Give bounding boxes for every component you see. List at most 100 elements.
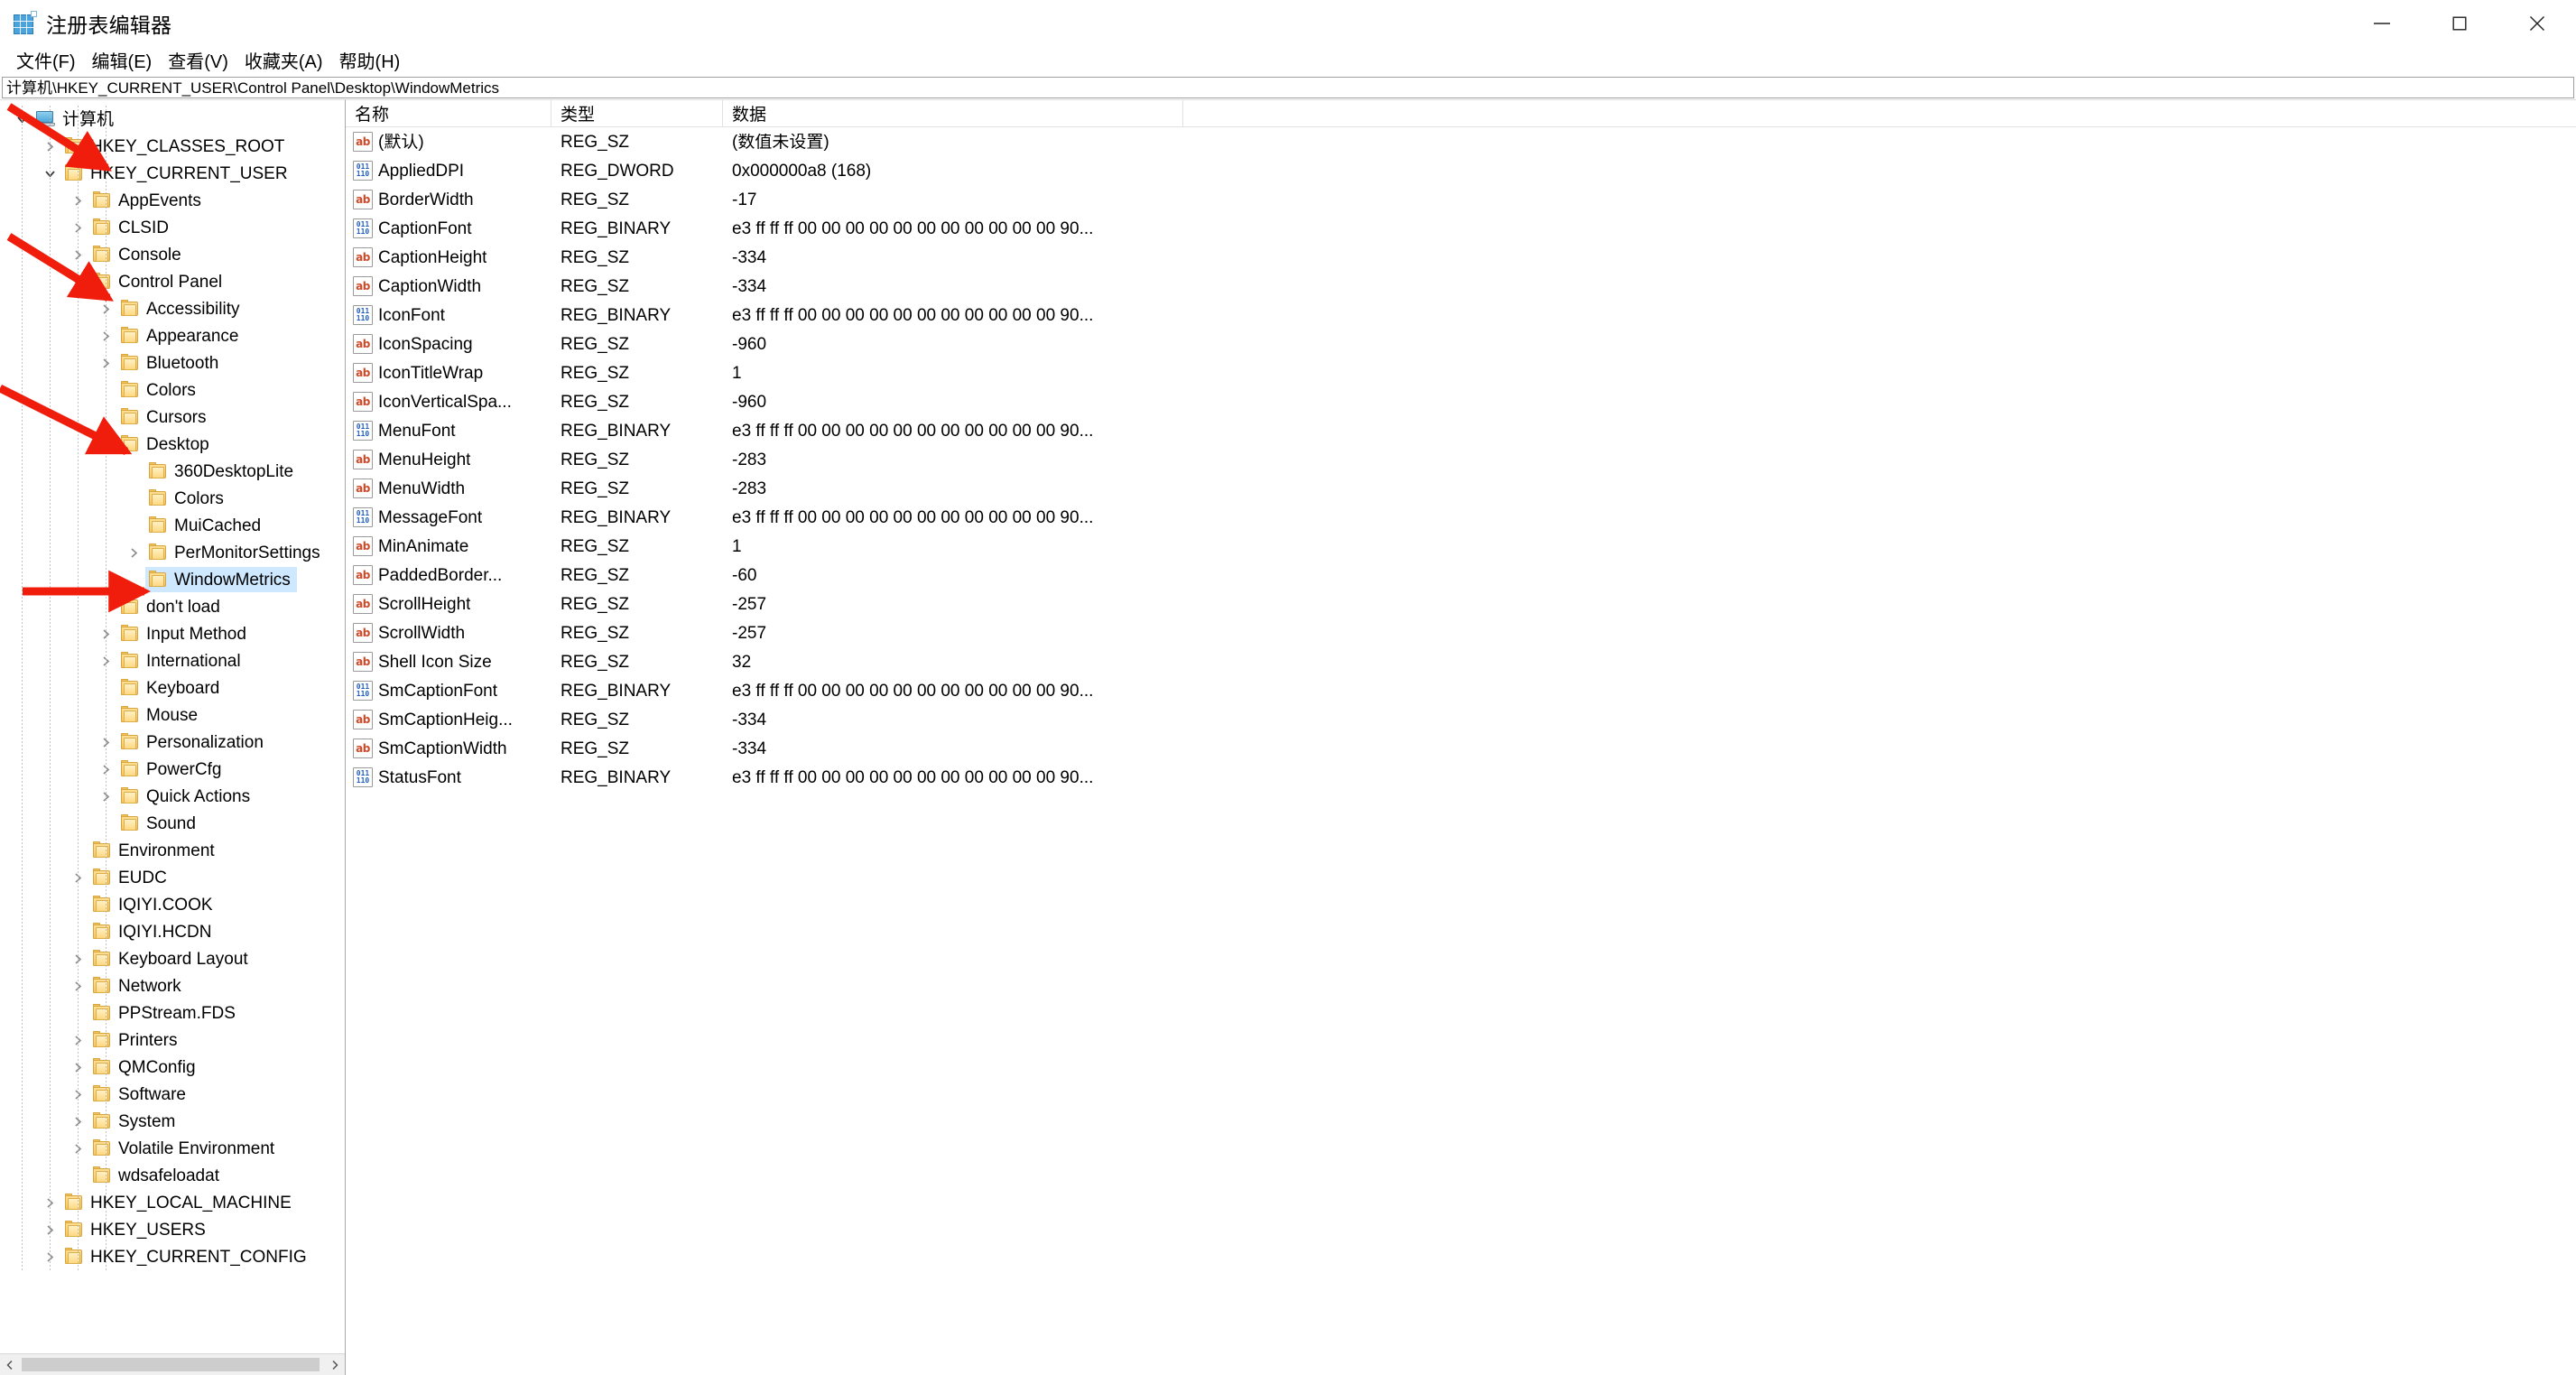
chevron-left-icon[interactable] xyxy=(0,1353,20,1375)
tree-item[interactable]: Printers xyxy=(0,1027,345,1054)
tree-item[interactable]: Accessibility xyxy=(0,295,345,322)
tree-item[interactable]: IQIYI.COOK xyxy=(0,891,345,918)
value-data-label: -334 xyxy=(732,248,767,266)
tree-item[interactable]: PerMonitorSettings xyxy=(0,539,345,566)
value-data-label: 1 xyxy=(732,537,742,555)
close-button[interactable] xyxy=(2498,0,2576,48)
tree-item[interactable]: Colors xyxy=(0,376,345,404)
tree-item[interactable]: International xyxy=(0,647,345,674)
tree-item[interactable]: HKEY_LOCAL_MACHINE xyxy=(0,1189,345,1216)
tree-item[interactable]: Keyboard Layout xyxy=(0,945,345,972)
value-name-cell: ab IconVerticalSpa... xyxy=(346,392,551,412)
tree-item[interactable]: Environment xyxy=(0,837,345,864)
menu-favorites[interactable]: 收藏夹(A) xyxy=(236,51,331,74)
value-row[interactable]: ab SmCaptionWidth REG_SZ -334 xyxy=(346,734,2576,763)
tree-item-content: Mouse xyxy=(118,703,203,727)
tree-item[interactable]: HKEY_CURRENT_USER xyxy=(0,160,345,187)
tree-item-selected[interactable]: WindowMetrics xyxy=(0,566,345,593)
maximize-button[interactable] xyxy=(2421,0,2498,48)
tree-item[interactable]: Appearance xyxy=(0,322,345,349)
menu-help[interactable]: 帮助(H) xyxy=(331,51,409,74)
value-row[interactable]: 011 110 IconFont REG_BINARY e3 ff ff ff 00 0… xyxy=(346,301,2576,330)
value-name-label: StatusFont xyxy=(378,768,461,786)
chevron-right-icon[interactable] xyxy=(121,539,146,566)
tree-item[interactable]: CLSID xyxy=(0,214,345,241)
tree-item[interactable]: Software xyxy=(0,1081,345,1108)
value-type-label: REG_SZ xyxy=(561,624,630,642)
tree-item[interactable]: HKEY_USERS xyxy=(0,1216,345,1243)
tree-item[interactable]: Network xyxy=(0,972,345,999)
tree-item[interactable]: Bluetooth xyxy=(0,349,345,376)
menu-view[interactable]: 查看(V) xyxy=(160,51,236,74)
value-row[interactable]: ab MenuHeight REG_SZ -283 xyxy=(346,445,2576,474)
value-row[interactable]: ab IconSpacing REG_SZ -960 xyxy=(346,330,2576,358)
registry-tree-scroll[interactable]: 计算机 HKEY_CLASSES_ROOT HKEY_CURRENT_USER App… xyxy=(0,100,345,1353)
value-type-label: REG_BINARY xyxy=(561,306,672,324)
string-value-icon: ab xyxy=(353,450,373,469)
tree-item[interactable]: 360DesktopLite xyxy=(0,458,345,485)
value-type-cell: REG_SZ xyxy=(551,451,723,469)
value-row[interactable]: ab CaptionWidth REG_SZ -334 xyxy=(346,272,2576,301)
value-row[interactable]: 011 110 SmCaptionFont REG_BINARY e3 ff ff ff… xyxy=(346,676,2576,705)
value-type-cell: REG_BINARY xyxy=(551,423,723,440)
tree-item[interactable]: Desktop xyxy=(0,431,345,458)
folder-icon xyxy=(90,918,112,945)
string-value-icon: ab xyxy=(353,536,373,556)
tree-item[interactable]: don't load xyxy=(0,593,345,620)
value-name-label: CaptionHeight xyxy=(378,248,487,266)
tree-item[interactable]: Input Method xyxy=(0,620,345,647)
tree-item[interactable]: EUDC xyxy=(0,864,345,891)
value-row[interactable]: ab IconVerticalSpa... REG_SZ -960 xyxy=(346,387,2576,416)
tree-item[interactable]: Console xyxy=(0,241,345,268)
value-name-cell: ab (默认) xyxy=(346,132,551,152)
value-row[interactable]: ab ScrollWidth REG_SZ -257 xyxy=(346,618,2576,647)
chevron-right-icon[interactable] xyxy=(325,1353,345,1375)
menu-file[interactable]: 文件(F) xyxy=(8,51,84,74)
address-bar[interactable]: 计算机\HKEY_CURRENT_USER\Control Panel\Desk… xyxy=(2,77,2574,98)
tree-item[interactable]: IQIYI.HCDN xyxy=(0,918,345,945)
values-list[interactable]: ab (默认) REG_SZ (数值未设置) 011 110 AppliedDPI REG_D… xyxy=(346,127,2576,1375)
value-row[interactable]: ab BorderWidth REG_SZ -17 xyxy=(346,185,2576,214)
tree-item[interactable]: System xyxy=(0,1108,345,1135)
tree-item[interactable]: wdsafeloadat xyxy=(0,1162,345,1189)
tree-item[interactable]: Control Panel xyxy=(0,268,345,295)
menu-edit[interactable]: 编辑(E) xyxy=(84,51,161,74)
column-header-name[interactable]: 名称 xyxy=(346,100,551,126)
tree-item[interactable]: Colors xyxy=(0,485,345,512)
value-row[interactable]: 011 110 AppliedDPI REG_DWORD 0x000000a8 (168… xyxy=(346,156,2576,185)
value-row[interactable]: ab MinAnimate REG_SZ 1 xyxy=(346,532,2576,561)
tree-horizontal-scrollbar[interactable] xyxy=(0,1353,345,1375)
column-header-type[interactable]: 类型 xyxy=(551,100,723,126)
value-row[interactable]: ab IconTitleWrap REG_SZ 1 xyxy=(346,358,2576,387)
tree-item[interactable]: HKEY_CLASSES_ROOT xyxy=(0,133,345,160)
tree-item[interactable]: MuiCached xyxy=(0,512,345,539)
tree-item[interactable]: Cursors xyxy=(0,404,345,431)
value-row[interactable]: ab (默认) REG_SZ (数值未设置) xyxy=(346,127,2576,156)
tree-item[interactable]: Keyboard xyxy=(0,674,345,701)
tree-item[interactable]: Mouse xyxy=(0,701,345,729)
tree-item[interactable]: Personalization xyxy=(0,729,345,756)
tree-item[interactable]: Sound xyxy=(0,810,345,837)
tree-scroll-thumb[interactable] xyxy=(22,1357,320,1371)
value-row[interactable]: ab SmCaptionHeig... REG_SZ -334 xyxy=(346,705,2576,734)
value-row[interactable]: 011 110 CaptionFont REG_BINARY e3 ff ff ff 0… xyxy=(346,214,2576,243)
value-row[interactable]: ab ScrollHeight REG_SZ -257 xyxy=(346,590,2576,618)
tree-item[interactable]: PPStream.FDS xyxy=(0,999,345,1027)
minimize-button[interactable] xyxy=(2343,0,2421,48)
tree-item[interactable]: Volatile Environment xyxy=(0,1135,345,1162)
value-row[interactable]: 011 110 MessageFont REG_BINARY e3 ff ff ff 0… xyxy=(346,503,2576,532)
value-row[interactable]: 011 110 MenuFont REG_BINARY e3 ff ff ff 00 0… xyxy=(346,416,2576,445)
tree-item[interactable]: 计算机 xyxy=(0,106,345,133)
tree-item[interactable]: HKEY_CURRENT_CONFIG xyxy=(0,1243,345,1270)
tree-item[interactable]: QMConfig xyxy=(0,1054,345,1081)
value-row[interactable]: ab PaddedBorder... REG_SZ -60 xyxy=(346,561,2576,590)
tree-scroll-track[interactable] xyxy=(20,1353,325,1375)
column-header-data[interactable]: 数据 xyxy=(723,100,1183,126)
tree-item[interactable]: AppEvents xyxy=(0,187,345,214)
value-row[interactable]: ab CaptionHeight REG_SZ -334 xyxy=(346,243,2576,272)
tree-item[interactable]: Quick Actions xyxy=(0,783,345,810)
value-row[interactable]: 011 110 StatusFont REG_BINARY e3 ff ff ff 00… xyxy=(346,763,2576,792)
value-row[interactable]: ab Shell Icon Size REG_SZ 32 xyxy=(346,647,2576,676)
tree-item[interactable]: PowerCfg xyxy=(0,756,345,783)
value-row[interactable]: ab MenuWidth REG_SZ -283 xyxy=(346,474,2576,503)
